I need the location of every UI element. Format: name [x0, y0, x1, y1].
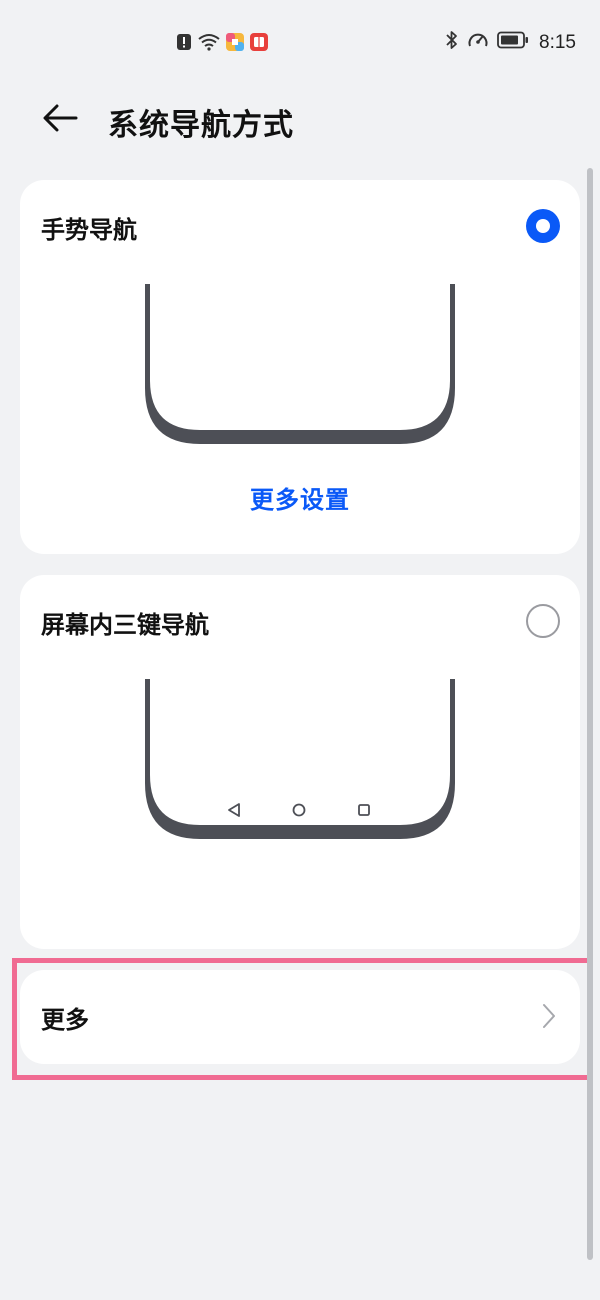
gesture-navigation-radio[interactable]	[526, 209, 560, 243]
more-label: 更多	[41, 1006, 89, 1034]
chevron-right-icon	[542, 1003, 556, 1033]
status-time: 8:15	[539, 31, 576, 53]
status-bar: 8:15	[0, 0, 600, 88]
gesture-navigation-label: 手势导航	[41, 216, 137, 244]
three-key-navigation-radio[interactable]	[526, 604, 560, 638]
more-item[interactable]: 更多	[20, 970, 580, 1064]
more-settings-link[interactable]: 更多设置	[20, 480, 580, 515]
battery-icon	[497, 31, 529, 54]
back-button[interactable]	[36, 100, 84, 140]
scrollbar[interactable]	[587, 168, 593, 1260]
three-key-navigation-card[interactable]: 屏幕内三键导航	[20, 575, 580, 949]
speed-icon	[467, 30, 489, 55]
three-key-navigation-label: 屏幕内三键导航	[41, 611, 209, 639]
header: 系统导航方式	[0, 88, 600, 158]
square-recent-icon	[358, 804, 370, 816]
arrow-left-icon	[42, 103, 78, 137]
page-title: 系统导航方式	[108, 108, 294, 143]
app-icon-red	[250, 33, 268, 55]
triangle-back-icon	[228, 803, 240, 817]
bluetooth-icon	[445, 30, 459, 55]
wifi-icon	[198, 33, 220, 55]
alert-icon	[176, 33, 192, 55]
app-icon-colorful	[226, 33, 244, 55]
circle-home-icon	[292, 803, 306, 817]
gesture-navigation-card[interactable]: 手势导航 更多设置	[20, 180, 580, 554]
status-right-icons: 8:15	[445, 30, 576, 55]
three-key-phone-illustration	[142, 679, 458, 845]
status-left-icons	[176, 33, 268, 55]
gesture-phone-illustration	[142, 284, 458, 450]
